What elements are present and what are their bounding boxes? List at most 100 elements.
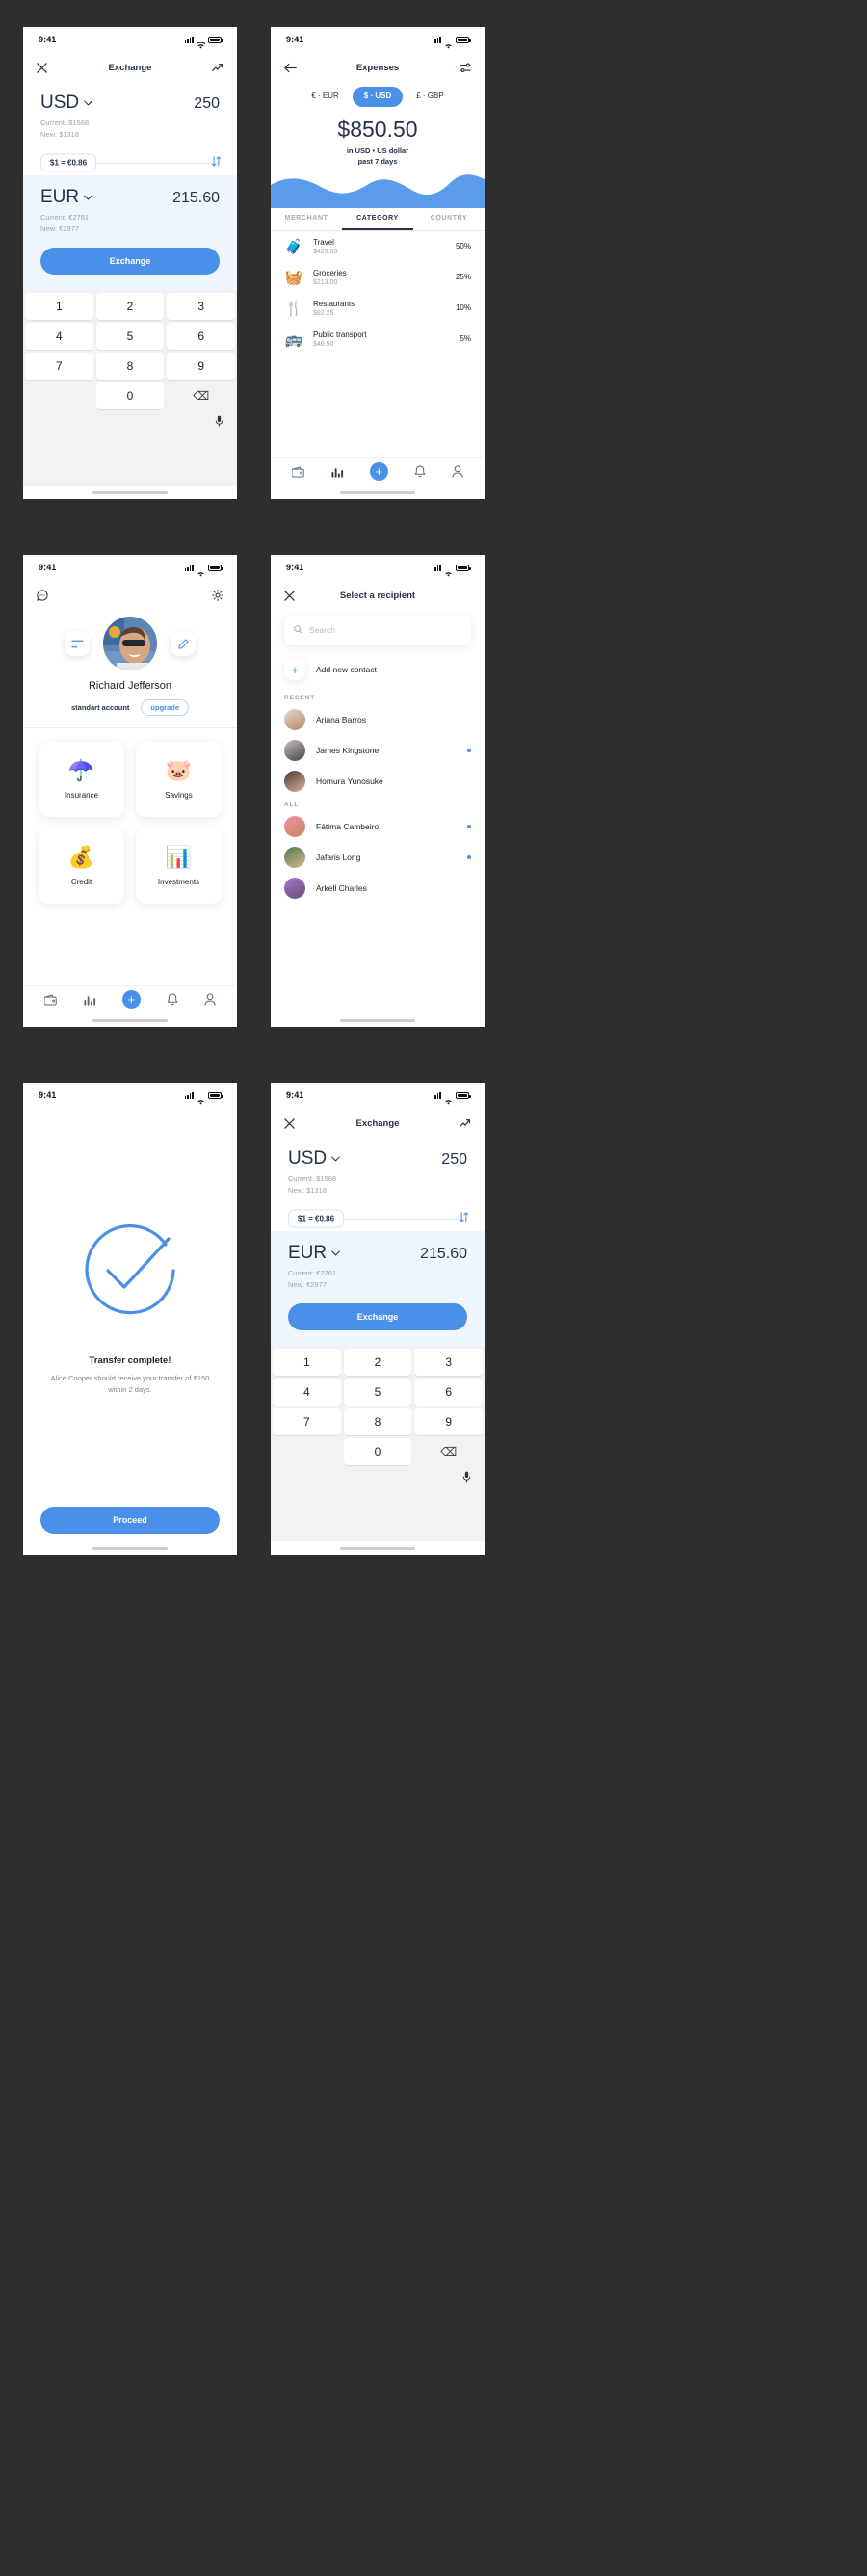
from-currency-label: USD bbox=[288, 1148, 328, 1169]
key-8[interactable]: 8 bbox=[343, 1408, 412, 1435]
add-button[interactable]: + bbox=[369, 462, 388, 481]
list-item[interactable]: Ariana Barros bbox=[271, 704, 485, 735]
key-0[interactable]: 0 bbox=[95, 382, 165, 409]
key-6[interactable]: 6 bbox=[167, 323, 236, 350]
key-3[interactable]: 3 bbox=[167, 293, 236, 320]
status-bar: 9:41 bbox=[271, 27, 485, 52]
numeric-keypad: 1 2 3 4 5 6 7 8 9 0 ⌫ bbox=[271, 1346, 485, 1541]
suitcase-icon: 🧳 bbox=[284, 238, 303, 255]
from-new-balance: New: $1318 bbox=[288, 1186, 328, 1196]
account-badges: standart account upgrade bbox=[23, 699, 237, 716]
proceed-button[interactable]: Proceed bbox=[40, 1507, 220, 1534]
chat-bubble-icon[interactable] bbox=[37, 590, 48, 601]
microphone-icon[interactable] bbox=[215, 414, 223, 432]
list-item[interactable]: 🚌 Public transport $40.50 5% bbox=[271, 324, 485, 355]
sliders-icon[interactable] bbox=[460, 63, 471, 73]
status-icons bbox=[184, 564, 223, 576]
person-icon[interactable] bbox=[452, 465, 463, 478]
umbrella-icon: ☂️ bbox=[67, 757, 95, 782]
close-icon[interactable] bbox=[284, 1117, 295, 1129]
wallet-icon[interactable] bbox=[43, 994, 58, 1006]
exchange-button[interactable]: Exchange bbox=[40, 248, 220, 275]
key-8[interactable]: 8 bbox=[95, 353, 165, 380]
to-new-balance: New: €2977 bbox=[40, 223, 80, 233]
key-2[interactable]: 2 bbox=[343, 1349, 412, 1376]
avatar[interactable] bbox=[103, 617, 157, 670]
card-savings[interactable]: 🐷 Savings bbox=[136, 742, 222, 817]
trending-up-icon[interactable] bbox=[212, 63, 223, 73]
pencil-icon[interactable] bbox=[171, 631, 196, 656]
key-4[interactable]: 4 bbox=[25, 323, 93, 350]
person-icon[interactable] bbox=[204, 993, 216, 1006]
signal-icon bbox=[432, 1091, 441, 1099]
key-2[interactable]: 2 bbox=[95, 293, 165, 320]
exchange-button[interactable]: Exchange bbox=[288, 1303, 467, 1330]
to-currency-selector[interactable]: EUR bbox=[40, 187, 92, 208]
key-9[interactable]: 9 bbox=[167, 353, 236, 380]
bar-chart-icon[interactable] bbox=[331, 466, 344, 478]
battery-icon bbox=[208, 564, 223, 571]
add-new-contact-button[interactable]: + Add new contact bbox=[271, 645, 485, 690]
close-icon[interactable] bbox=[284, 590, 295, 601]
menu-lines-icon[interactable] bbox=[65, 631, 90, 656]
swap-vertical-icon[interactable] bbox=[459, 1211, 469, 1225]
key-4[interactable]: 4 bbox=[273, 1379, 341, 1406]
to-currency-selector[interactable]: EUR bbox=[288, 1243, 340, 1264]
list-item[interactable]: James Kingstone bbox=[271, 735, 485, 766]
list-item[interactable]: 🧺 Groceries $213.00 25% bbox=[271, 262, 485, 293]
bar-chart-icon[interactable] bbox=[84, 994, 96, 1006]
keypad-row: 0 ⌫ bbox=[25, 382, 235, 409]
card-credit[interactable]: 💰 Credit bbox=[39, 828, 124, 904]
backspace-icon[interactable]: ⌫ bbox=[414, 1438, 483, 1465]
trending-up-icon[interactable] bbox=[460, 1118, 471, 1129]
exchange-rate-pill: $1 = €0.86 bbox=[40, 153, 97, 171]
key-1[interactable]: 1 bbox=[25, 293, 93, 320]
wallet-icon[interactable] bbox=[291, 466, 305, 478]
key-0[interactable]: 0 bbox=[343, 1438, 412, 1465]
from-currency-selector[interactable]: USD bbox=[288, 1148, 340, 1170]
list-item[interactable]: Fátima Cambeiro bbox=[271, 811, 485, 842]
tab-country[interactable]: COUNTRY bbox=[413, 208, 485, 230]
key-1[interactable]: 1 bbox=[273, 1349, 341, 1376]
list-item[interactable]: Homura Yunosuke bbox=[271, 766, 485, 797]
backspace-icon[interactable]: ⌫ bbox=[167, 382, 235, 409]
from-currency-selector[interactable]: USD bbox=[40, 92, 92, 114]
list-item[interactable]: Jafaris Long bbox=[271, 842, 485, 873]
key-7[interactable]: 7 bbox=[25, 353, 93, 380]
feature-card-grid: ☂️ Insurance 🐷 Savings 💰 Credit 📊 Invest… bbox=[23, 728, 237, 917]
gear-icon[interactable] bbox=[212, 590, 223, 601]
exchange-to-section: EUR 215.60 Current: €2761 New: €2977 Exc… bbox=[271, 1230, 485, 1346]
key-3[interactable]: 3 bbox=[414, 1349, 484, 1376]
arrow-left-icon[interactable] bbox=[284, 63, 297, 73]
tab-merchant[interactable]: MERCHANT bbox=[271, 208, 342, 230]
add-button[interactable]: + bbox=[121, 990, 141, 1009]
bell-icon[interactable] bbox=[414, 465, 426, 478]
bell-icon[interactable] bbox=[167, 993, 178, 1006]
tab-category[interactable]: CATEGORY bbox=[342, 208, 413, 230]
home-indicator bbox=[23, 1541, 237, 1555]
key-5[interactable]: 5 bbox=[95, 323, 165, 350]
microphone-icon[interactable] bbox=[462, 1470, 471, 1487]
segment-eur[interactable]: € · EUR bbox=[307, 90, 342, 104]
card-investments[interactable]: 📊 Investments bbox=[136, 828, 222, 904]
key-6[interactable]: 6 bbox=[414, 1379, 484, 1406]
search-input[interactable]: Search bbox=[284, 615, 471, 645]
swap-vertical-icon[interactable] bbox=[211, 155, 222, 170]
card-insurance[interactable]: ☂️ Insurance bbox=[39, 742, 124, 817]
home-indicator bbox=[271, 1541, 485, 1555]
list-item[interactable]: Arkell Charles bbox=[271, 873, 485, 904]
success-footer: Proceed bbox=[23, 1507, 237, 1541]
check-circle-icon bbox=[79, 1220, 181, 1327]
list-item[interactable]: 🧳 Travel $425.00 50% bbox=[271, 231, 485, 262]
key-7[interactable]: 7 bbox=[273, 1408, 341, 1435]
unread-dot bbox=[467, 749, 471, 752]
list-item[interactable]: 🍴 Restaurants $82.25 10% bbox=[271, 293, 485, 324]
segment-usd[interactable]: $ · USD bbox=[352, 87, 404, 107]
key-9[interactable]: 9 bbox=[414, 1408, 484, 1435]
segment-gbp[interactable]: £ · GBP bbox=[412, 90, 447, 104]
keypad-row: 7 8 9 bbox=[25, 353, 236, 380]
key-5[interactable]: 5 bbox=[343, 1379, 412, 1406]
upgrade-button[interactable]: upgrade bbox=[141, 699, 190, 716]
wifi-icon bbox=[444, 565, 453, 576]
close-icon[interactable] bbox=[37, 62, 47, 73]
